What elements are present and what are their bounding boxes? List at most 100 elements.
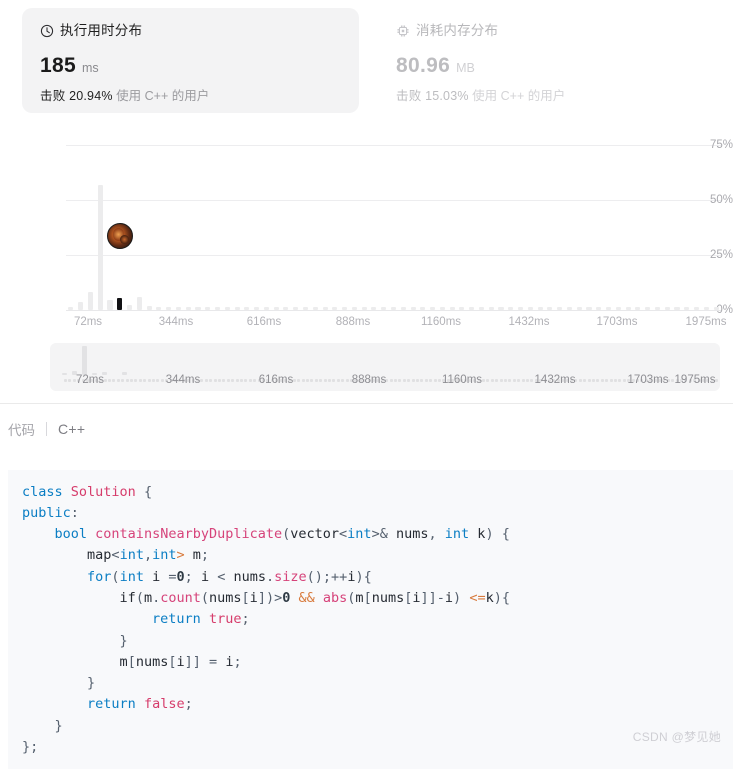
stat-tabs: 执行用时分布 185 ms 击败 20.94% 使用 C++ 的用户	[0, 0, 733, 118]
chip-icon	[396, 24, 410, 38]
minimap-dot	[240, 379, 243, 382]
minimap-dot	[601, 379, 604, 382]
x-axis-tick-label: 616ms	[247, 316, 282, 328]
minimap-dot	[504, 379, 507, 382]
x-axis-tick-label: 1160ms	[421, 316, 461, 328]
chart-x-axis: 72ms344ms616ms888ms1160ms1432ms1703ms197…	[66, 316, 721, 334]
minimap-dot	[491, 379, 494, 382]
minimap-dot	[214, 379, 217, 382]
minimap-dot	[500, 379, 503, 382]
memory-beat-text: 击败 15.03% 使用 C++ 的用户	[396, 88, 697, 104]
minimap-dot	[592, 379, 595, 382]
x-axis-tick-label: 1975ms	[686, 316, 727, 328]
minimap-dot	[337, 379, 340, 382]
minimap-dot	[341, 379, 344, 382]
minimap-dot	[209, 379, 212, 382]
minimap-dot	[522, 379, 525, 382]
minimap-dot	[394, 379, 397, 382]
minimap-dot	[517, 379, 520, 382]
minimap-tick-label: 72ms	[76, 374, 104, 386]
minimap-dot	[227, 379, 230, 382]
runtime-distribution-chart[interactable]: 0%25%50%75% 72ms344ms616ms888ms1160ms143…	[0, 118, 733, 333]
minimap-dot	[253, 379, 256, 382]
minimap-dot	[310, 379, 313, 382]
minimap-dot	[143, 379, 146, 382]
minimap-dot	[218, 379, 221, 382]
minimap-bar	[62, 373, 67, 375]
minimap-dot	[134, 379, 137, 382]
minimap-dot	[117, 379, 120, 382]
minimap-dot	[130, 379, 133, 382]
memory-card-title: 消耗内存分布	[416, 22, 498, 40]
minimap-dot	[139, 379, 142, 382]
runtime-value: 185	[40, 54, 76, 78]
minimap-dot	[244, 379, 247, 382]
x-axis-tick-label: 1432ms	[509, 316, 550, 328]
minimap-dot	[610, 379, 613, 382]
user-avatar-marker[interactable]	[107, 223, 133, 249]
minimap-dot	[513, 379, 516, 382]
code-language[interactable]: C++	[58, 421, 85, 437]
minimap-dot	[302, 379, 305, 382]
chart-bar-highlighted	[117, 298, 122, 310]
code-section-header: 代码 C++	[0, 404, 733, 454]
minimap-dot	[231, 379, 234, 382]
minimap-dot	[346, 379, 349, 382]
code-label: 代码	[8, 419, 35, 439]
minimap-tick-label: 1160ms	[442, 374, 482, 386]
minimap-dot	[407, 379, 410, 382]
minimap-dot	[715, 379, 718, 382]
runtime-stat-card[interactable]: 执行用时分布 185 ms 击败 20.94% 使用 C++ 的用户	[22, 8, 359, 113]
chart-bars	[66, 118, 721, 310]
x-axis-tick-label: 344ms	[159, 316, 194, 328]
x-axis-tick-label: 72ms	[74, 316, 102, 328]
minimap-dot	[623, 379, 626, 382]
minimap-dot	[398, 379, 401, 382]
minimap-dot	[583, 379, 586, 382]
minimap-dot	[319, 379, 322, 382]
x-axis-tick-label: 1703ms	[597, 316, 638, 328]
chart-range-minimap[interactable]: 72ms344ms616ms888ms1160ms1432ms1703ms197…	[50, 343, 720, 391]
minimap-dot	[148, 379, 151, 382]
memory-unit: MB	[456, 61, 475, 75]
memory-stat-card[interactable]: 消耗内存分布 80.96 MB 击败 15.03% 使用 C++ 的用户	[378, 8, 715, 113]
memory-value-row: 80.96 MB	[396, 54, 697, 80]
minimap-dot	[121, 379, 124, 382]
minimap-dot	[482, 379, 485, 382]
chart-baseline	[66, 310, 721, 311]
minimap-dot	[68, 379, 71, 382]
minimap-dot	[420, 379, 423, 382]
clock-icon	[40, 24, 54, 38]
runtime-beat-text: 击败 20.94% 使用 C++ 的用户	[40, 88, 341, 104]
chart-bar	[98, 185, 103, 310]
minimap-dot	[152, 379, 155, 382]
minimap-dot	[222, 379, 225, 382]
runtime-value-row: 185 ms	[40, 54, 341, 80]
submission-analysis-panel: 执行用时分布 185 ms 击败 20.94% 使用 C++ 的用户	[0, 0, 733, 404]
minimap-dot	[416, 379, 419, 382]
minimap-dot	[156, 379, 159, 382]
minimap-dot	[526, 379, 529, 382]
runtime-unit: ms	[82, 61, 99, 75]
minimap-dot	[403, 379, 406, 382]
minimap-bars	[50, 343, 720, 375]
minimap-dot	[205, 379, 208, 382]
memory-beat-percent: 击败 15.03%	[396, 89, 469, 103]
minimap-dot	[315, 379, 318, 382]
minimap-tick-label: 1703ms	[628, 374, 669, 386]
minimap-dot	[161, 379, 164, 382]
minimap-dot	[390, 379, 393, 382]
minimap-dot	[596, 379, 599, 382]
x-axis-tick-label: 888ms	[336, 316, 371, 328]
chart-bar	[78, 302, 83, 310]
minimap-dot	[579, 379, 582, 382]
minimap-dot	[126, 379, 129, 382]
chart-bar	[107, 300, 112, 310]
runtime-card-header: 执行用时分布	[40, 22, 341, 40]
code-viewer[interactable]: class Solution { public: bool containsNe…	[8, 470, 733, 769]
minimap-dot	[530, 379, 533, 382]
minimap-dot	[429, 379, 432, 382]
minimap-dot	[306, 379, 309, 382]
minimap-dot	[324, 379, 327, 382]
memory-card-header: 消耗内存分布	[396, 22, 697, 40]
